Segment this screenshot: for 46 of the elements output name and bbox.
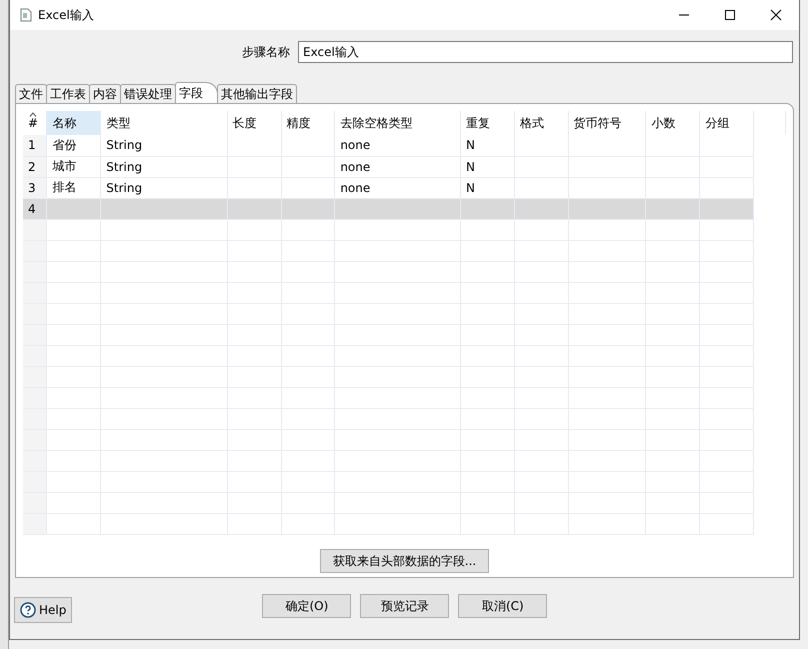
row-number: 1: [28, 138, 36, 152]
table-cell: N: [466, 160, 475, 174]
cancel-button[interactable]: 取消(C): [458, 594, 548, 618]
window-title: Excel输入: [38, 6, 94, 24]
column-header[interactable]: 去除空格类型: [340, 116, 412, 130]
tab[interactable]: 文件: [15, 84, 47, 103]
step-name-label: 步骤名称: [242, 44, 290, 60]
column-header[interactable]: 货币符号: [574, 116, 622, 130]
table-row[interactable]: 3 排名 String none N: [23, 177, 786, 198]
row-number: 4: [28, 202, 36, 216]
row-number: 2: [28, 160, 36, 174]
table-row[interactable]: 4: [23, 198, 786, 219]
document-icon: [20, 8, 32, 22]
tab[interactable]: 字段: [175, 82, 218, 103]
table-row[interactable]: 2 城市 String none N: [23, 156, 786, 177]
get-fields-button[interactable]: 获取来自头部数据的字段...: [320, 549, 490, 573]
table-cell: 城市: [52, 159, 76, 173]
tab[interactable]: 其他输出字段: [217, 84, 297, 103]
table-cell: none: [340, 160, 370, 174]
tab[interactable]: 错误处理: [120, 84, 176, 103]
tab[interactable]: 工作表: [46, 84, 90, 103]
column-header[interactable]: 重复: [466, 116, 490, 130]
table-cell: String: [106, 160, 142, 174]
help-button[interactable]: Help: [14, 597, 72, 623]
column-header[interactable]: 类型: [106, 116, 130, 130]
column-header[interactable]: #: [28, 116, 38, 130]
column-header[interactable]: 长度: [232, 116, 257, 130]
sort-icon: [29, 112, 37, 117]
column-header[interactable]: 格式: [520, 116, 544, 130]
help-icon: [20, 602, 36, 618]
table-cell: N: [466, 138, 475, 152]
column-header[interactable]: 小数: [651, 116, 676, 130]
table-cell: 排名: [52, 180, 76, 194]
table-cell: none: [340, 180, 370, 194]
step-name-field[interactable]: Excel输入: [298, 41, 793, 63]
column-header[interactable]: 分组: [705, 116, 730, 130]
table-cell: none: [340, 138, 370, 152]
ok-button[interactable]: 确定(O): [262, 594, 352, 618]
column-header[interactable]: 精度: [286, 116, 310, 130]
table-cell: N: [466, 180, 475, 194]
table-cell: String: [106, 180, 142, 194]
table-cell: 省份: [52, 138, 76, 152]
table-cell: String: [106, 138, 142, 152]
preview-button[interactable]: 预览记录: [360, 594, 450, 618]
row-number: 3: [28, 180, 36, 194]
table-row[interactable]: 1 省份 String none N: [23, 135, 786, 156]
